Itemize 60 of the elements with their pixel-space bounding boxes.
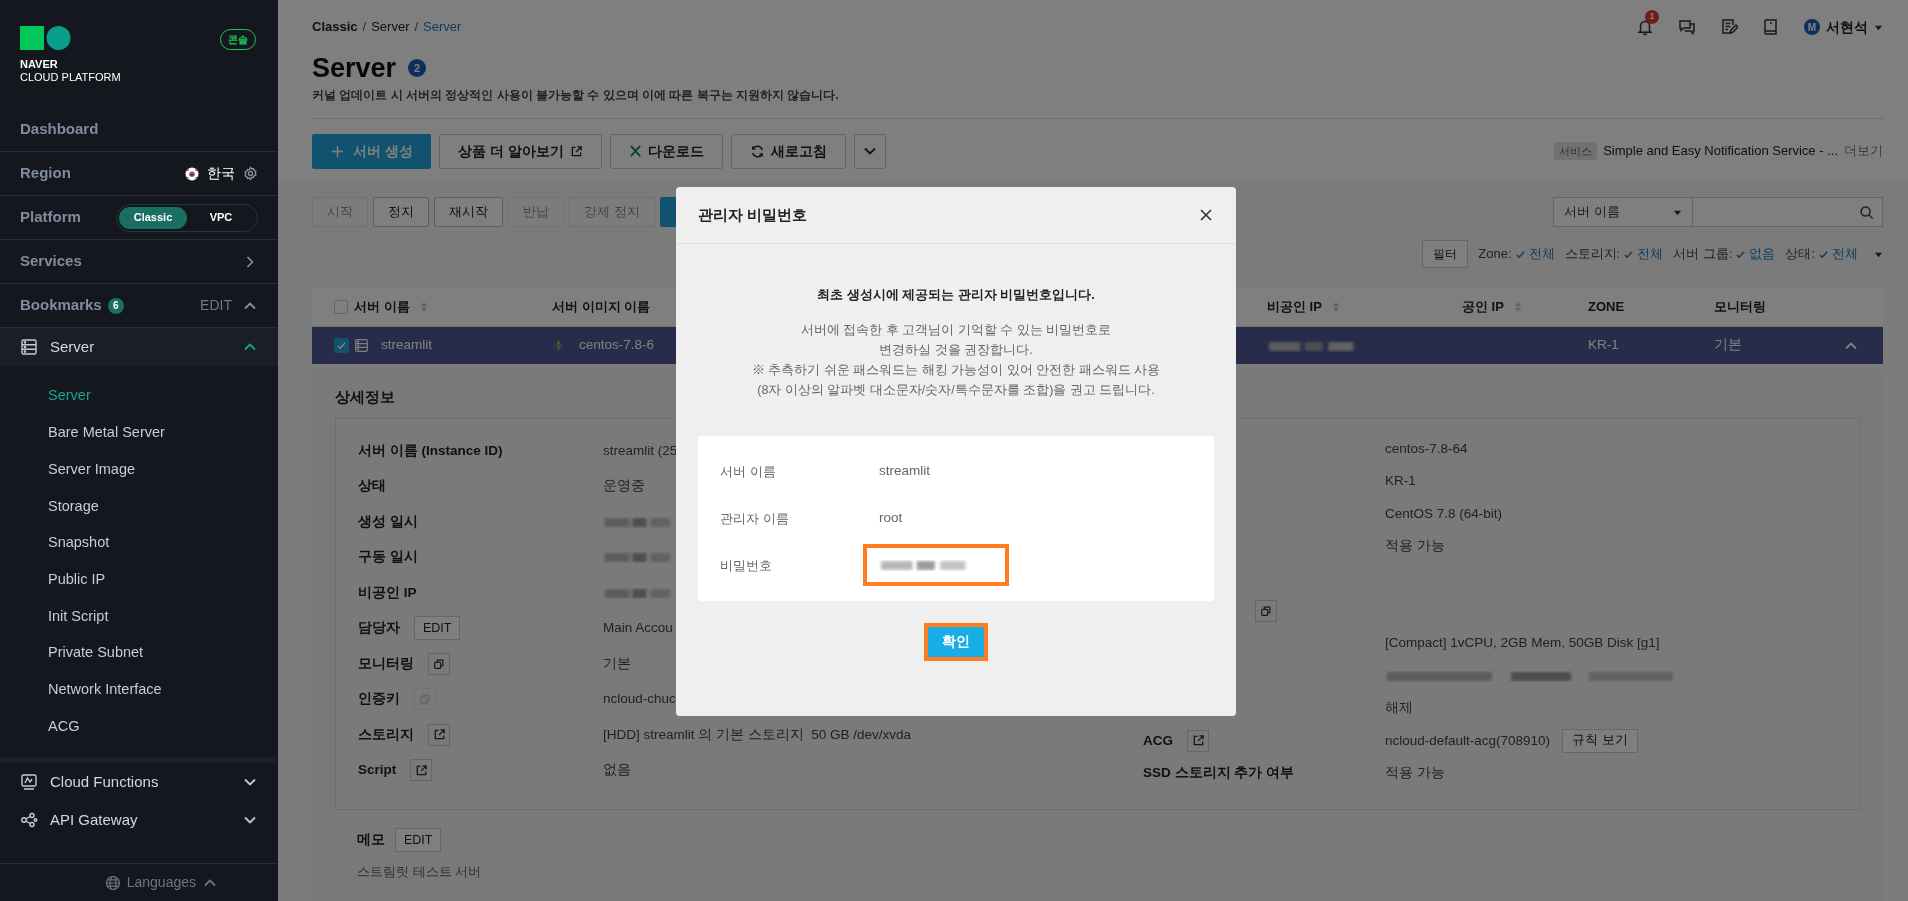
field-label: 비공인 IP xyxy=(358,583,417,602)
field-label: 상태 xyxy=(358,477,386,496)
notice-text: 커널 업데이트 시 서버의 정상적인 사용이 불가능할 수 있으며 이에 따른 복구는 지원하지 않습니다. xyxy=(312,87,840,104)
table-cell-text: 기본 xyxy=(1714,336,1743,355)
count-badge: 2 xyxy=(408,59,427,77)
filter-label: Zone: xyxy=(1478,245,1512,264)
field-value: root xyxy=(879,509,903,528)
notification-badge: 1 xyxy=(1645,10,1659,24)
field-label: 관리자 이름 xyxy=(720,509,790,528)
field-label: Script xyxy=(358,761,397,780)
service-tag: 서비스 xyxy=(1554,141,1598,161)
modal-text: (8자 이상의 알파벳 대소문자/숫자/특수문자를 조합)을 권고 드립니다. xyxy=(757,381,1155,399)
modal-text: 서버에 접속한 후 고객님이 기억할 수 있는 비밀번호로 xyxy=(800,321,1112,339)
memo-text: 스트림릿 테스트 서버 xyxy=(357,863,483,882)
field-value: 없음 xyxy=(603,762,631,778)
logo-text: NAVER xyxy=(20,58,59,71)
field-label: SSD 스토리지 추가 여부 xyxy=(1143,763,1294,782)
field-value: KR-1 xyxy=(1385,472,1416,491)
breadcrumb-separator: / xyxy=(414,18,419,37)
table-cell-text: centos-7.8-6 xyxy=(579,336,655,355)
service-notice-text: Simple and Easy Notification Service - ... xyxy=(1603,142,1838,161)
field-value: ncloud-default-acg(708910) xyxy=(1385,731,1551,750)
field-label: 서버 이름 xyxy=(720,462,777,481)
modal-text: ※ 추측하기 쉬운 패스워드는 해킹 가능성이 있어 안전한 패스워드 사용 xyxy=(751,361,1161,379)
field-label: 비밀번호 xyxy=(720,556,773,575)
filter-label: 서버 그룹: xyxy=(1673,245,1733,264)
field-value: 기본 xyxy=(603,655,631,671)
page-title: Server xyxy=(312,52,397,84)
field-label: 모니터링 xyxy=(358,654,414,673)
count-badge: 6 xyxy=(107,297,124,314)
field-label: 담당자 xyxy=(358,619,400,638)
field-label: ACG xyxy=(1143,731,1173,750)
field-label: 구동 일시 xyxy=(358,548,418,567)
modal-title: 관리자 비밀번호 xyxy=(698,204,808,225)
field-value: 적용 가능 xyxy=(1385,537,1445,556)
field-value: centos-7.8-64 xyxy=(1385,440,1468,459)
field-value: 해제 xyxy=(1385,699,1413,718)
field-label: 인증키 xyxy=(358,690,400,709)
field-value: streamlit xyxy=(879,462,930,481)
modal-heading: 최초 생성시에 제공되는 관리자 비밀번호입니다. xyxy=(816,287,1096,304)
section-title: 상세정보 xyxy=(335,387,395,406)
breadcrumb-separator: / xyxy=(362,18,367,37)
filter-label: 스토리지: xyxy=(1564,245,1621,264)
field-value: Main Accou xyxy=(603,620,673,636)
logo-text: CLOUD PLATFORM xyxy=(20,71,121,84)
field-label: 서버 이름 (Instance ID) xyxy=(358,441,503,460)
field-value: 적용 가능 xyxy=(1385,763,1445,782)
field-value: [Compact] 1vCPU, 2GB Mem, 50GB Disk [g1] xyxy=(1385,634,1660,653)
group-label: Server xyxy=(50,336,95,357)
modal-text: 변경하실 것을 권장합니다. xyxy=(879,341,1033,359)
field-value: 운영중 xyxy=(603,478,645,494)
field-label: 스토리지 xyxy=(358,725,414,744)
field-value: streamlit (25 xyxy=(603,442,678,458)
field-value: CentOS 7.8 (64-bit) xyxy=(1385,504,1503,523)
field-value: ncloud-chuc xyxy=(603,691,676,707)
filter-label: 상태: xyxy=(1785,245,1815,264)
table-cell-text: KR-1 xyxy=(1588,336,1620,355)
field-label: 생성 일시 xyxy=(358,512,418,531)
table-cell-text: streamlit xyxy=(381,336,432,355)
field-label: 메모 xyxy=(357,831,385,850)
